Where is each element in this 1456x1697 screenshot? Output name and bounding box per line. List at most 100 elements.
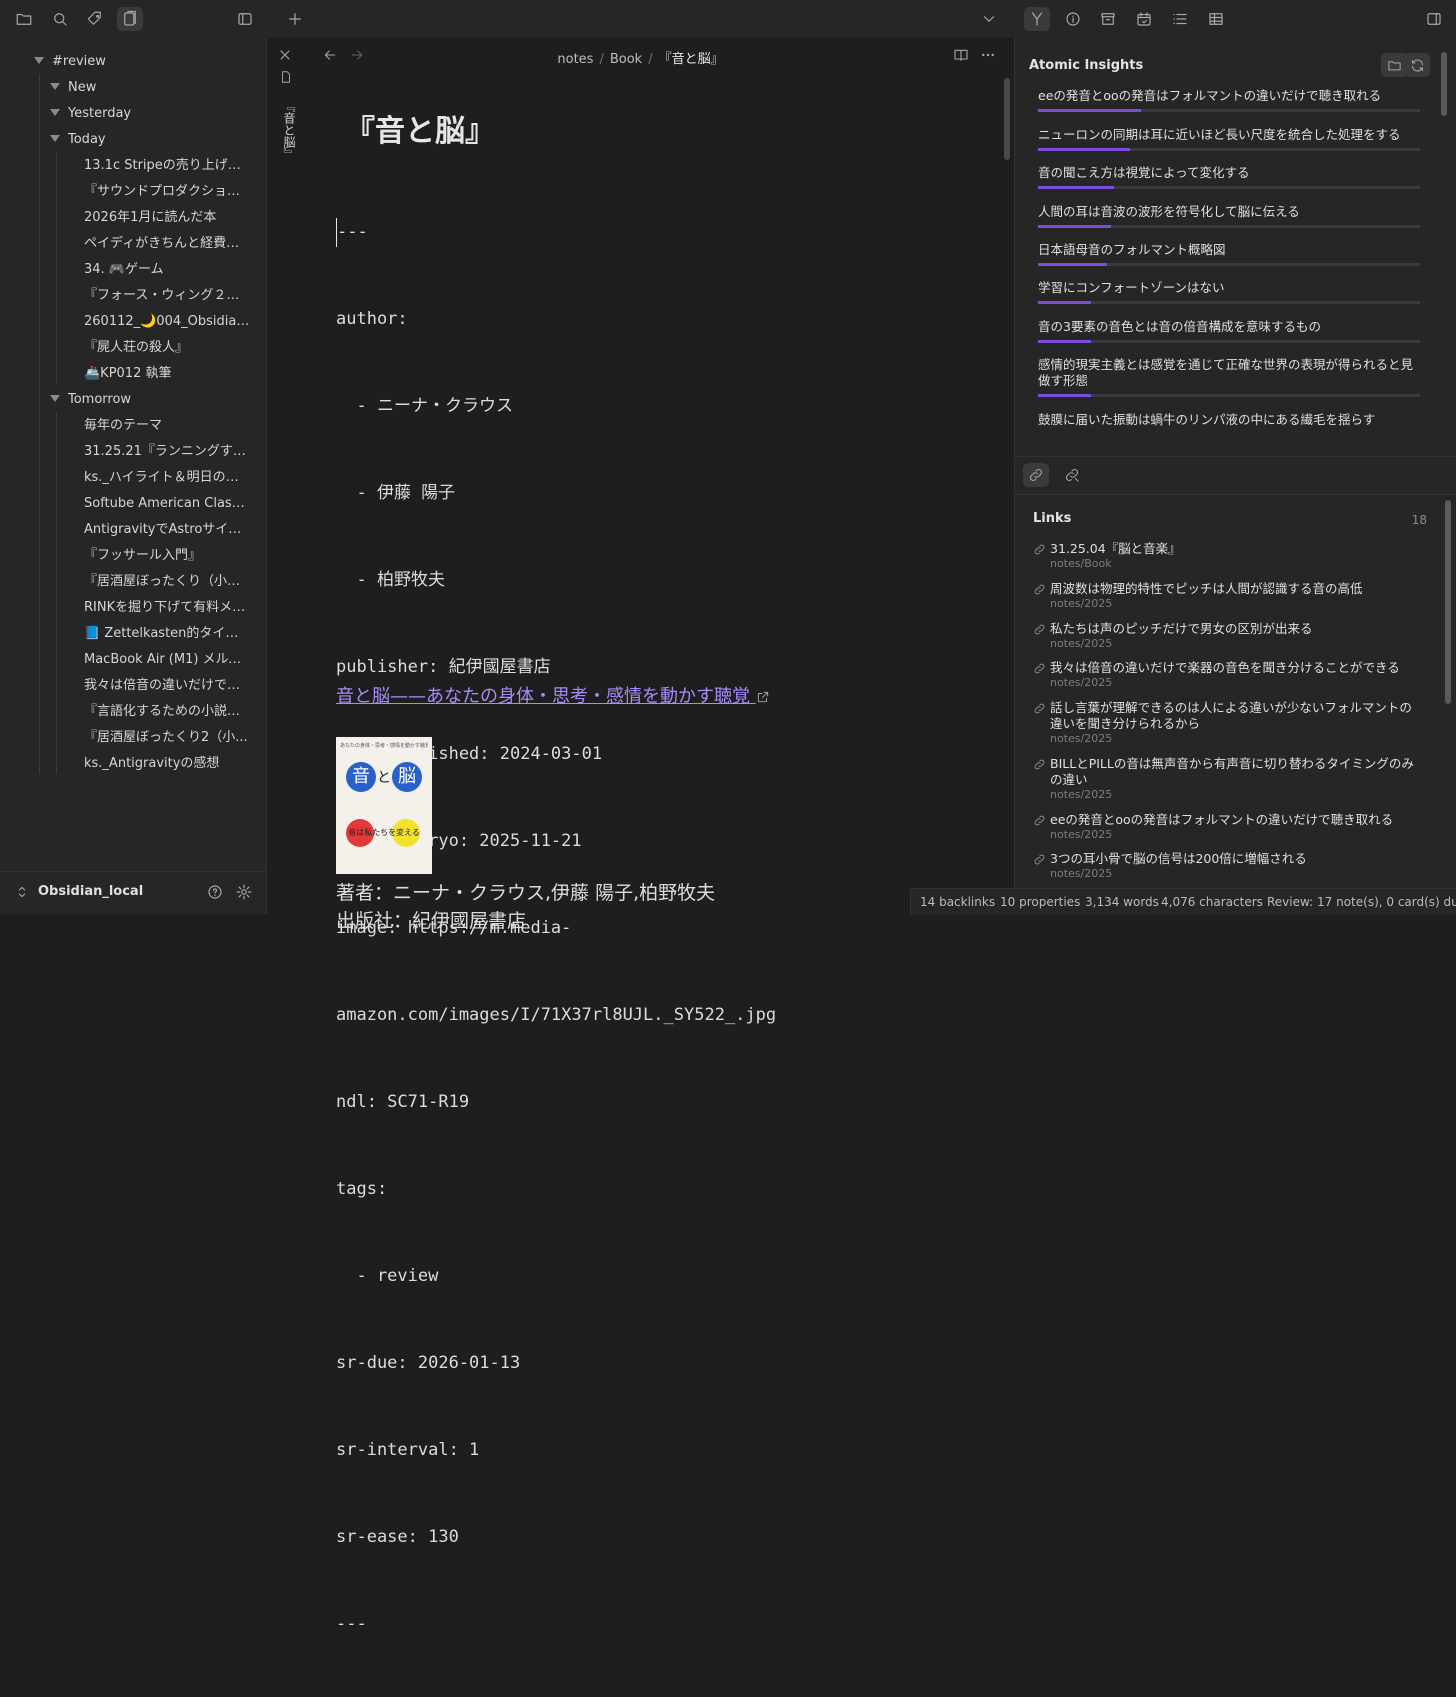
- tree-item[interactable]: 『居酒屋ぼったくり（小説...: [84, 570, 250, 594]
- tree-item[interactable]: AntigravityでAstroサイト...: [84, 518, 250, 542]
- tree-item[interactable]: ペイディがきちんと経費精...: [84, 232, 250, 256]
- author-line[interactable]: 著者：ニーナ・クラウス,伊藤 陽子,柏野牧夫: [336, 878, 715, 905]
- tree-item[interactable]: ks._ハイライト＆明日のハ...: [84, 466, 250, 490]
- tree-group-yesterday[interactable]: Yesterday: [50, 102, 250, 126]
- sidebar-toggle-right-icon[interactable]: [1421, 7, 1447, 31]
- status-backlinks[interactable]: 14 backlinks: [920, 895, 995, 909]
- backlinks-tab-icon[interactable]: [1023, 463, 1049, 487]
- tree-item[interactable]: 2026年1月に読んだ本: [84, 206, 250, 230]
- link-title[interactable]: eeの発音とooの発音はフォルマントの違いだけで聴き取れる: [1050, 812, 1423, 828]
- info-icon[interactable]: [1060, 7, 1086, 31]
- tree-item[interactable]: 『フッサール入門』: [84, 544, 250, 568]
- link-item[interactable]: 周波数は物理的特性でピッチは人間が認識する音の高低 notes/2025: [1033, 581, 1423, 611]
- settings-gear-icon[interactable]: [235, 883, 253, 901]
- insight-item[interactable]: 鼓膜に届いた振動は蝸牛のリンパ液の中にある繊毛を揺らす: [1038, 412, 1420, 428]
- tree-item[interactable]: 『言語化するための小説思...: [84, 700, 250, 724]
- vertical-tab-title[interactable]: 『音と脳』: [281, 100, 298, 160]
- link-item[interactable]: 我々は倍音の違いだけで楽器の音色を聞き分けることができる notes/2025: [1033, 660, 1423, 690]
- link-item[interactable]: 私たちは声のピッチだけで男女の区別が出来る notes/2025: [1033, 621, 1423, 651]
- link-item[interactable]: BILLとPILLの音は無声音から有声音に切り替わるタイミングのみの違い note…: [1033, 756, 1423, 802]
- collapse-triangle-icon[interactable]: [50, 109, 60, 116]
- links-scrollbar[interactable]: [1445, 500, 1451, 704]
- insight-item[interactable]: 人間の耳は音波の波形を符号化して脳に伝える: [1038, 204, 1420, 220]
- external-link-text[interactable]: 音と脳——あなたの身体・思考・感情を動かす聴覚: [336, 686, 750, 707]
- frontmatter-line[interactable]: - ニーナ・クラウス: [336, 392, 776, 421]
- tree-item[interactable]: 🚢KP012 執筆: [84, 362, 250, 386]
- breadcrumb-folder[interactable]: notes: [557, 52, 593, 67]
- outline-list-icon[interactable]: [1167, 7, 1193, 31]
- tree-item[interactable]: RINKを掘り下げて有料メン...: [84, 596, 250, 620]
- breadcrumb-folder[interactable]: Book: [610, 52, 642, 67]
- tree-item[interactable]: 31.25.21『ランニングする...: [84, 440, 250, 464]
- tree-item[interactable]: 34. 🎮ゲーム: [84, 258, 250, 282]
- tree-group-tomorrow[interactable]: Tomorrow: [50, 388, 250, 412]
- chevron-down-icon[interactable]: [976, 7, 1002, 31]
- link-item[interactable]: 話し言葉が理解できるのは人による違いが少ないフォルマントの違いを聞き分けられるか…: [1033, 700, 1423, 746]
- more-options-icon[interactable]: [980, 47, 996, 63]
- tree-item[interactable]: 📘 Zettelkasten的タイトル...: [84, 622, 250, 646]
- archive-icon[interactable]: [1095, 7, 1121, 31]
- tree-item[interactable]: 毎年のテーマ: [84, 414, 250, 438]
- status-properties[interactable]: 10 properties: [1000, 895, 1080, 909]
- insight-item[interactable]: ニューロンの同期は耳に近いほど長い尺度を統合した処理をする: [1038, 127, 1420, 143]
- frontmatter-line[interactable]: publisher: 紀伊國屋書店: [336, 653, 776, 682]
- refresh-icon[interactable]: [1404, 53, 1430, 77]
- link-title[interactable]: 話し言葉が理解できるのは人による違いが少ないフォルマントの違いを聞き分けられるか…: [1050, 700, 1423, 732]
- chevron-up-down-icon[interactable]: [14, 884, 30, 900]
- tree-item[interactable]: 『屍人荘の殺人』: [84, 336, 250, 360]
- collapse-triangle-icon[interactable]: [50, 83, 60, 90]
- frontmatter-line[interactable]: sr-interval: 1: [336, 1436, 776, 1465]
- link-title[interactable]: 我々は倍音の違いだけで楽器の音色を聞き分けることができる: [1050, 660, 1423, 676]
- tree-item[interactable]: 13.1c Stripeの売り上げを...: [84, 154, 250, 178]
- frontmatter-line[interactable]: amazon.com/images/I/71X37rl8UJL._SY522_.…: [336, 1001, 776, 1030]
- vault-switcher[interactable]: Obsidian_local: [0, 871, 266, 914]
- frontmatter-line[interactable]: ---: [336, 218, 776, 247]
- link-title[interactable]: 3つの耳小骨で脳の信号は200倍に増幅される: [1050, 851, 1423, 867]
- tree-group-new[interactable]: New: [50, 76, 250, 100]
- tree-item[interactable]: ks._Antigravityの感想: [84, 752, 250, 776]
- breadcrumb-file[interactable]: 『音と脳』: [659, 52, 724, 67]
- collapse-triangle-icon[interactable]: [50, 135, 60, 142]
- tree-item[interactable]: 『フォース・ウィング２―...: [84, 284, 250, 308]
- tree-item[interactable]: 260112_🌙004_Obsidian...: [84, 310, 250, 334]
- tag-icon[interactable]: [82, 7, 108, 31]
- tree-item[interactable]: 『サウンドプロダクション...: [84, 180, 250, 204]
- tree-root-review[interactable]: #review: [34, 50, 254, 74]
- frontmatter-line[interactable]: - review: [336, 1262, 776, 1291]
- tree-group-today[interactable]: Today: [50, 128, 250, 152]
- insights-scrollbar[interactable]: [1441, 52, 1447, 116]
- frontmatter-line[interactable]: sr-due: 2026-01-13: [336, 1349, 776, 1378]
- outgoing-links-tab-icon[interactable]: [1059, 463, 1085, 487]
- link-title[interactable]: BILLとPILLの音は無声音から有声音に切り替わるタイミングのみの違い: [1050, 756, 1423, 788]
- calendar-icon[interactable]: [1131, 7, 1157, 31]
- folder-icon[interactable]: [11, 7, 37, 31]
- frontmatter-line[interactable]: ---: [336, 1610, 776, 1639]
- insight-item[interactable]: 日本語母音のフォルマント概略図: [1038, 242, 1420, 258]
- insight-item[interactable]: 学習にコンフォートゾーンはない: [1038, 280, 1420, 296]
- frontmatter-line[interactable]: tags:: [336, 1175, 776, 1204]
- collapse-triangle-icon[interactable]: [50, 395, 60, 402]
- frontmatter-line[interactable]: - 柏野牧夫: [336, 566, 776, 595]
- insight-item[interactable]: 感情的現実主義とは感覚を通じて正確な世界の表現が得られると見做す形態: [1038, 357, 1420, 389]
- insight-item[interactable]: 音の聞こえ方は視覚によって変化する: [1038, 165, 1420, 181]
- link-title[interactable]: 周波数は物理的特性でピッチは人間が認識する音の高低: [1050, 581, 1423, 597]
- publisher-line[interactable]: 出版社：紀伊國屋書店: [336, 906, 526, 933]
- frontmatter-line[interactable]: ndl: SC71-R19: [336, 1088, 776, 1117]
- new-tab-icon[interactable]: [282, 7, 308, 31]
- help-icon[interactable]: [206, 883, 224, 901]
- link-item[interactable]: 31.25.04『脳と音楽』 notes/Book: [1033, 541, 1423, 571]
- editor-scrollbar[interactable]: [1004, 78, 1010, 160]
- frontmatter-line[interactable]: author:: [336, 305, 776, 334]
- table-icon[interactable]: [1203, 7, 1229, 31]
- link-title[interactable]: 私たちは声のピッチだけで男女の区別が出来る: [1050, 621, 1423, 637]
- note-title[interactable]: 『音と脳』: [345, 106, 495, 150]
- link-title[interactable]: 31.25.04『脳と音楽』: [1050, 541, 1423, 557]
- frontmatter-line[interactable]: sr-ease: 130: [336, 1523, 776, 1552]
- tree-item[interactable]: MacBook Air (M1) メルカ...: [84, 648, 250, 672]
- tree-item[interactable]: 『居酒屋ぼったくり2（小...: [84, 726, 250, 750]
- sidebar-toggle-left-icon[interactable]: [232, 7, 258, 31]
- tree-item[interactable]: 我々は倍音の違いだけで楽...: [84, 674, 250, 698]
- insight-item[interactable]: 音の3要素の音色とは音の倍音構成を意味するもの: [1038, 319, 1420, 335]
- status-review[interactable]: Review: 17 note(s), 0 card(s) due: [1267, 895, 1456, 909]
- external-link[interactable]: 音と脳——あなたの身体・思考・感情を動かす聴覚: [336, 682, 770, 708]
